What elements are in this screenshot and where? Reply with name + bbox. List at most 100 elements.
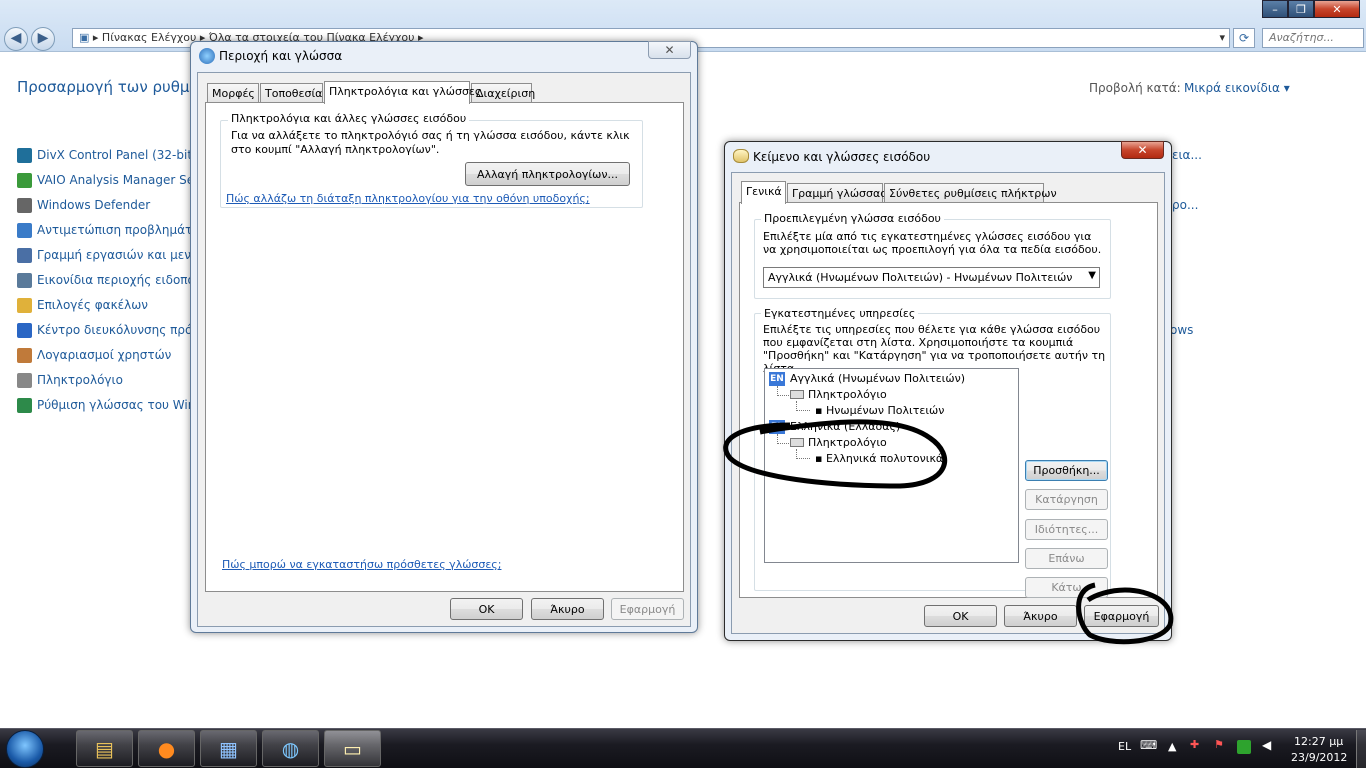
cp-item-fragment[interactable]: ows <box>1170 323 1193 337</box>
default-language-value: Αγγλικά (Ηνωμένων Πολιτειών) - Ηνωμένων … <box>768 271 1073 284</box>
tab-formats[interactable]: Μορφές <box>207 83 259 103</box>
cp-item-icon <box>17 397 32 413</box>
keyboard-icon[interactable]: ⌨ <box>1140 738 1157 752</box>
minimize-button[interactable]: – <box>1262 0 1288 18</box>
tab-general[interactable]: Γενικά <box>741 181 786 204</box>
tab-language-bar[interactable]: Γραμμή γλώσσας <box>787 183 887 203</box>
cp-item[interactable]: Επιλογές φακέλων <box>17 295 148 315</box>
action-center-icon[interactable]: ⚑ <box>1214 738 1224 751</box>
cp-item[interactable]: Windows Defender <box>17 195 150 215</box>
firefox-taskbar-button[interactable]: ● <box>138 730 195 767</box>
clock-date[interactable]: 23/9/2012 <box>1291 751 1347 764</box>
search-input[interactable]: Αναζήτησ... <box>1262 28 1364 48</box>
cancel-button[interactable]: Άκυρο <box>1004 605 1077 627</box>
group-description: Για να αλλάξετε το πληκτρολόγιό σας ή τη… <box>231 129 630 156</box>
default-language-select[interactable]: Αγγλικά (Ηνωμένων Πολιτειών) - Ηνωμένων … <box>763 267 1100 288</box>
apply-button[interactable]: Εφαρμογή <box>611 598 684 620</box>
close-icon[interactable]: ✕ <box>648 41 691 59</box>
cp-item[interactable]: DivX Control Panel (32-bit) <box>17 145 197 165</box>
cp-item-icon <box>17 297 32 313</box>
cp-item-fragment[interactable]: ρο... <box>1172 198 1198 212</box>
move-down-button[interactable]: Κάτω <box>1025 577 1108 598</box>
cp-item-icon <box>17 272 32 288</box>
explorer-taskbar-button[interactable]: ▤ <box>76 730 133 767</box>
ok-button[interactable]: OK <box>450 598 523 620</box>
tree-connector <box>777 386 789 396</box>
move-up-button[interactable]: Επάνω <box>1025 548 1108 569</box>
apply-button[interactable]: Εφαρμογή <box>1084 605 1159 627</box>
properties-button[interactable]: Ιδιότητες... <box>1025 519 1108 540</box>
forward-button[interactable]: ▶ <box>31 27 55 51</box>
cp-item-label: Ρύθμιση γλώσσας του Wind <box>37 398 203 412</box>
tab-panel: Πληκτρολόγια και άλλες γλώσσες εισόδου Γ… <box>205 102 684 592</box>
tree-language[interactable]: Ελληνικά (Ελλάδας) <box>790 420 900 433</box>
control-panel-taskbar-button[interactable]: ▦ <box>200 730 257 767</box>
chevron-down-icon[interactable]: ▾ <box>1219 31 1225 44</box>
refresh-button[interactable]: ⟳ <box>1233 28 1255 48</box>
cp-item-label: Λογαριασμοί χρηστών <box>37 348 172 362</box>
view-by-label: Προβολή κατά: <box>1089 81 1181 95</box>
cp-item-icon <box>17 222 32 238</box>
tree-category[interactable]: Πληκτρολόγιο <box>808 436 887 449</box>
remove-button[interactable]: Κατάργηση <box>1025 489 1108 510</box>
network-icon[interactable]: ✚ <box>1190 738 1199 751</box>
group-title: Προεπιλεγμένη γλώσσα εισόδου <box>761 212 944 225</box>
cp-item[interactable]: Ρύθμιση γλώσσας του Wind <box>17 395 203 415</box>
change-keyboards-button[interactable]: Αλλαγή πληκτρολογίων... <box>465 162 630 186</box>
cancel-button[interactable]: Άκυρο <box>531 598 604 620</box>
tree-language[interactable]: Αγγλικά (Ηνωμένων Πολιτειών) <box>790 372 965 385</box>
cp-item[interactable]: Κέντρο διευκόλυνσης πρόσβ <box>17 320 208 340</box>
cp-item[interactable]: Γραμμή εργασιών και μενού <box>17 245 205 265</box>
tab-location[interactable]: Τοποθεσία <box>260 83 323 103</box>
tree-layout[interactable]: ▪ Ηνωμένων Πολιτειών <box>815 404 944 417</box>
clock-time[interactable]: 12:27 μμ <box>1294 735 1343 748</box>
cp-item[interactable]: VAIO Analysis Manager Setti <box>17 170 207 190</box>
cp-item[interactable]: Λογαριασμοί χρηστών <box>17 345 171 365</box>
cp-item[interactable]: Εικονίδια περιοχής ειδοποιή <box>17 270 207 290</box>
tree-layout[interactable]: ▪ Ελληνικά πολυτονικά <box>815 452 943 465</box>
cp-item-fragment[interactable]: εια... <box>1172 148 1202 162</box>
language-badge-el: EL <box>769 420 785 434</box>
group-title: Πληκτρολόγια και άλλες γλώσσες εισόδου <box>228 112 470 125</box>
dialog-title: Κείμενο και γλώσσες εισόδου <box>753 150 931 164</box>
cp-item[interactable]: Πληκτρολόγιο <box>17 370 123 390</box>
cp-item-label: Κέντρο διευκόλυνσης πρόσβ <box>37 323 208 337</box>
close-window-button[interactable]: ✕ <box>1314 0 1360 18</box>
keyboard-speech-icon <box>733 149 749 163</box>
services-tree[interactable]: EN Αγγλικά (Ηνωμένων Πολιτειών) Πληκτρολ… <box>764 368 1019 563</box>
breadcrumb-control-panel[interactable]: Πίνακας Ελέγχου <box>102 31 196 44</box>
tree-connector <box>796 449 810 459</box>
start-button[interactable] <box>6 730 44 768</box>
tab-advanced-key-settings[interactable]: Σύνθετες ρυθμίσεις πλήκτρων <box>884 183 1057 203</box>
welcome-screen-layout-link[interactable]: Πώς αλλάζω τη διάταξη πληκτρολογίου για … <box>226 192 590 205</box>
tab-keyboards-languages[interactable]: Πληκτρολόγια και γλώσσες <box>324 81 481 104</box>
cp-item-label: Windows Defender <box>37 198 151 212</box>
globe-icon <box>199 48 215 64</box>
battery-icon[interactable] <box>1237 740 1251 754</box>
cp-item-icon <box>17 372 32 388</box>
cp-item-icon <box>17 347 32 363</box>
tree-category[interactable]: Πληκτρολόγιο <box>808 388 887 401</box>
region-language-dialog: Περιοχή και γλώσσα ✕ Μορφές Τοποθεσία Πλ… <box>190 41 698 633</box>
ok-button[interactable]: OK <box>924 605 997 627</box>
cp-item[interactable]: Αντιμετώπιση προβλημάτω <box>17 220 202 240</box>
view-by-dropdown[interactable]: Μικρά εικονίδια ▾ <box>1184 81 1290 95</box>
install-languages-link[interactable]: Πώς μπορώ να εγκαταστήσω πρόσθετες γλώσσ… <box>222 558 501 571</box>
view-by-value: Μικρά εικονίδια <box>1184 81 1280 95</box>
volume-icon[interactable]: ◀ <box>1262 738 1271 752</box>
back-button[interactable]: ◀ <box>4 27 28 51</box>
cp-item-label: Γραμμή εργασιών και μενού <box>37 248 206 262</box>
add-button[interactable]: Προσθήκη... <box>1025 460 1108 481</box>
cp-item-icon <box>17 147 32 163</box>
show-desktop-button[interactable] <box>1356 730 1366 768</box>
group-description: Επιλέξτε μία από τις εγκατεστημένες γλώσ… <box>763 230 1102 256</box>
maximize-button[interactable]: ❐ <box>1288 0 1314 18</box>
cp-item-label: DivX Control Panel (32-bit) <box>37 148 197 162</box>
close-icon[interactable]: ✕ <box>1121 141 1164 159</box>
cp-item-icon <box>17 197 32 213</box>
language-indicator[interactable]: EL <box>1118 740 1131 753</box>
show-hidden-icons-icon[interactable]: ▲ <box>1168 740 1176 753</box>
text-services-taskbar-button[interactable]: ▭ <box>324 730 381 767</box>
cp-item-label: Πληκτρολόγιο <box>37 373 123 387</box>
region-language-taskbar-button[interactable]: ◍ <box>262 730 319 767</box>
